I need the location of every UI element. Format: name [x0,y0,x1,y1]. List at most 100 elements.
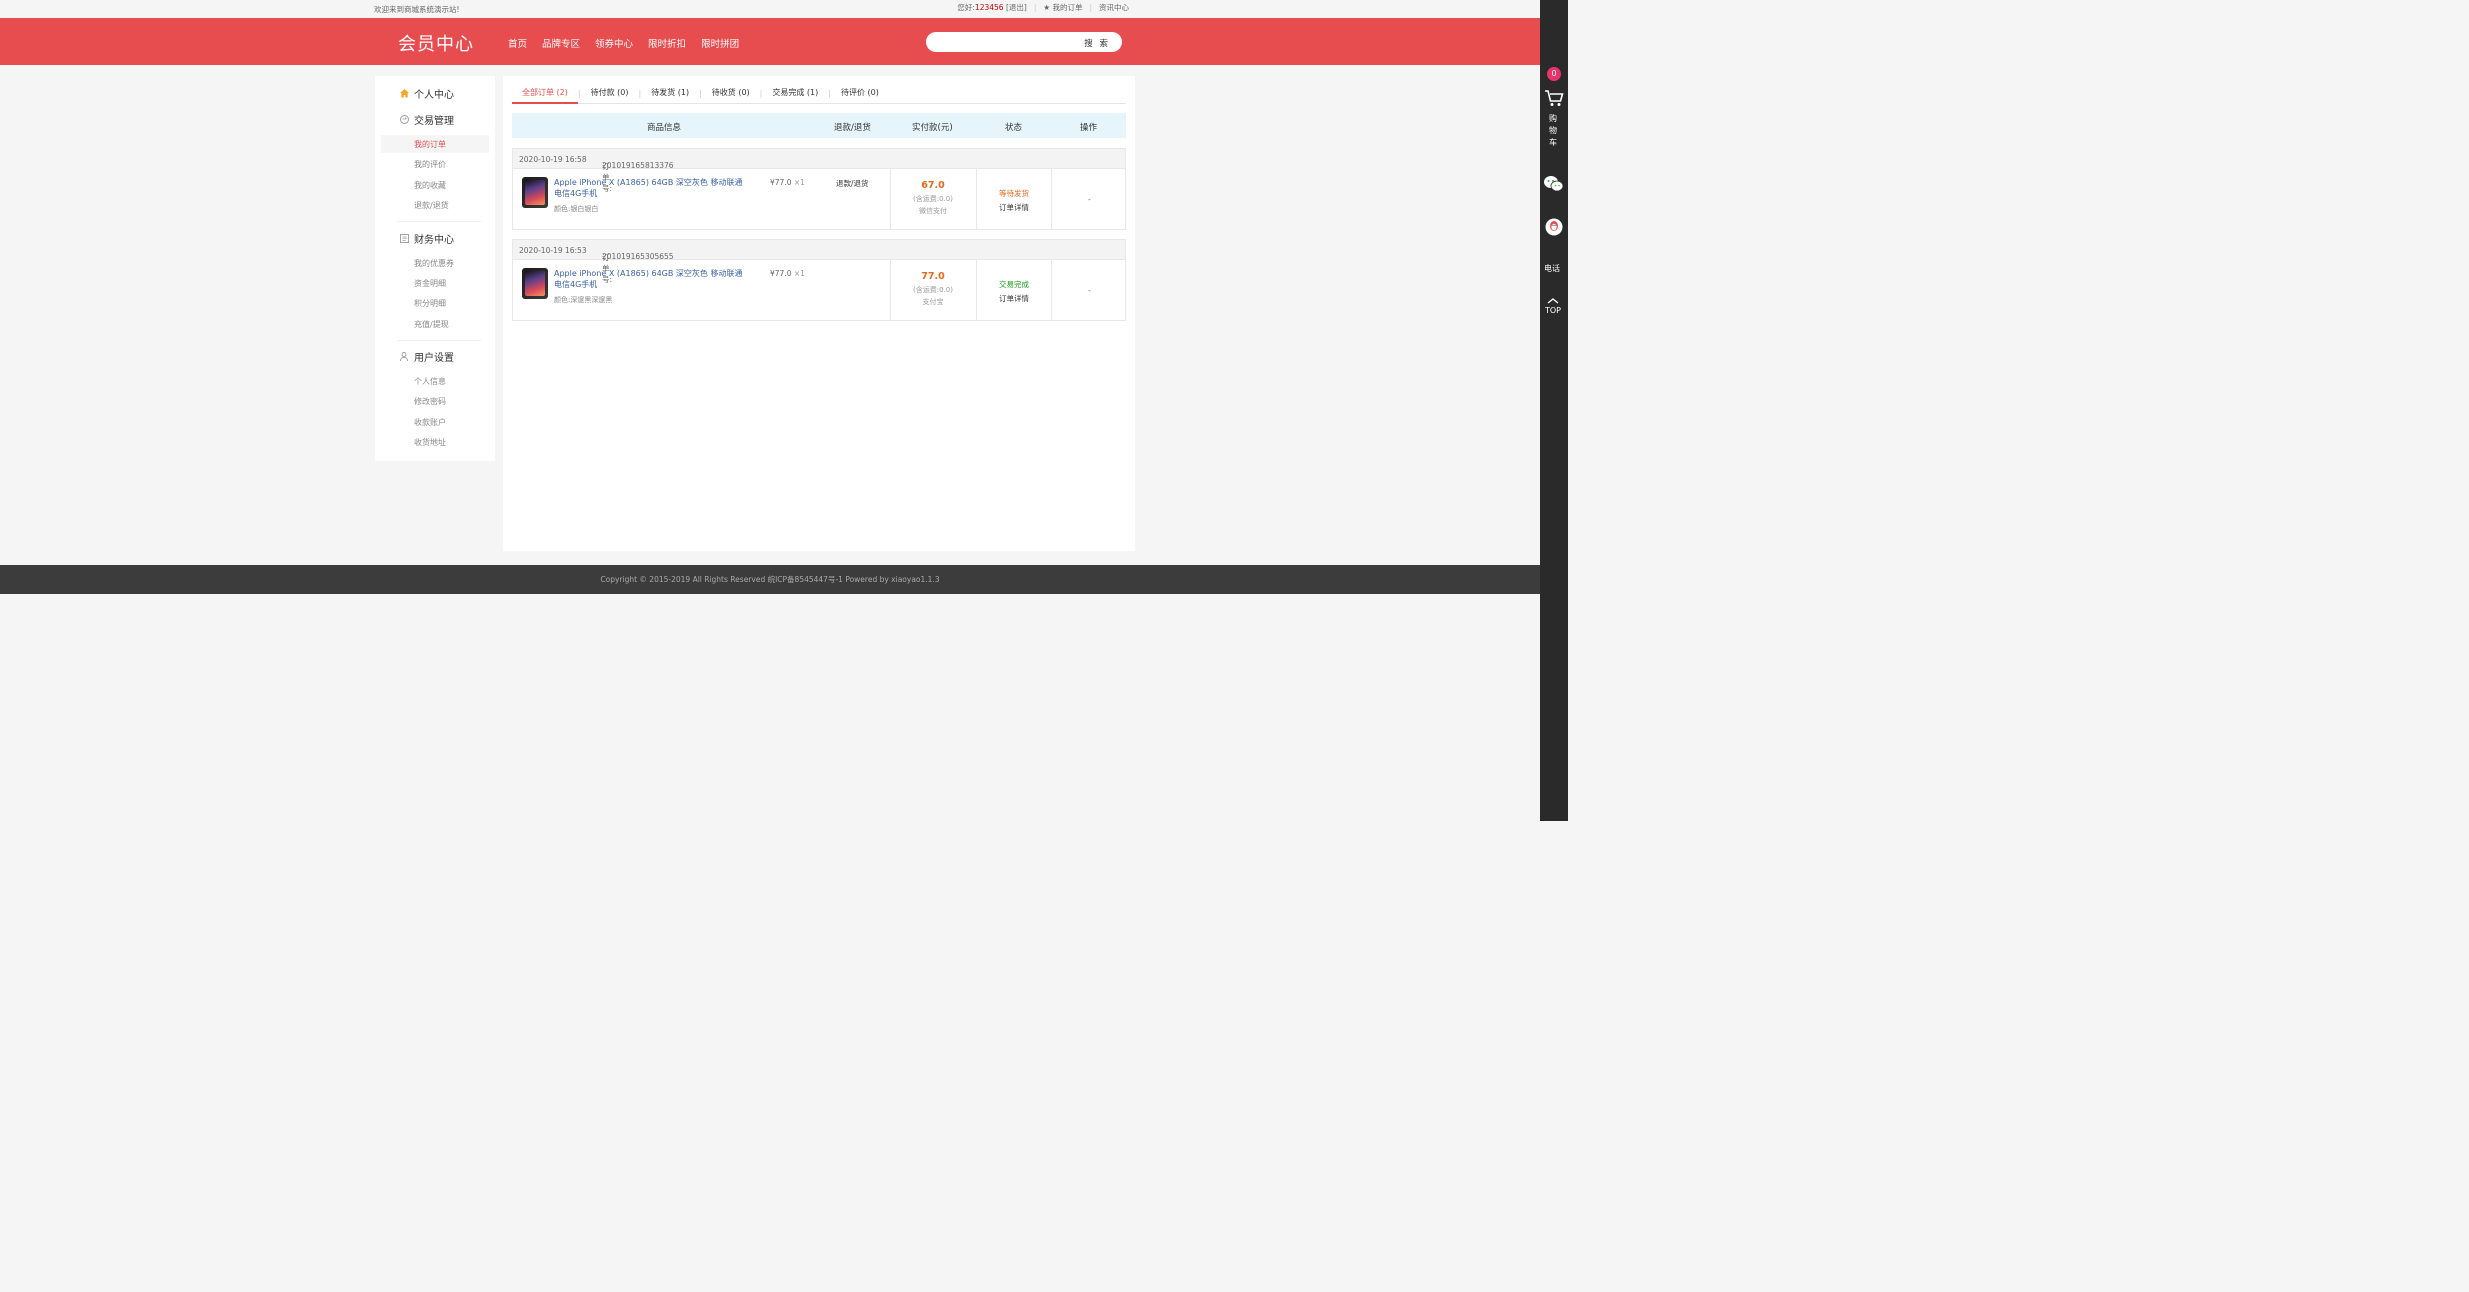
order-status: 交易完成 订单详情 [977,279,1051,304]
sidebar-item-recharge[interactable]: 充值/提现 [414,319,449,330]
sidebar: 个人中心 交易管理 我的订单 我的评价 我的收藏 退款/退货 财务中心 我的优惠… [375,76,495,461]
sidebar-item-profile[interactable]: 个人信息 [414,376,446,387]
product-title-link[interactable]: Apple iPhone X (A1865) 64GB 深空灰色 移动联通电信4… [554,268,749,290]
order-row-header: 2020-10-19 16:58 订单号: 201019165813376 [513,149,1125,193]
refund-link[interactable]: 退款/退货 [836,178,869,189]
nav-group-buy[interactable]: 限时拼团 [701,36,739,50]
col-action: 操作 [1080,123,1098,133]
payment-info: 77.0 (含运费:0.0) 支付宝 [890,271,976,307]
sidebar-item-favorites[interactable]: 我的收藏 [414,180,446,191]
tab-pending-receipt[interactable]: 待收货 (0) [702,83,760,104]
sidebar-item-password[interactable]: 修改密码 [414,396,446,407]
orders-table-header: 商品信息 退款/退货 实付款(元) 状态 操作 [512,113,1126,138]
user-icon [399,351,410,362]
sidebar-item-address[interactable]: 收货地址 [414,437,446,448]
nav-brands[interactable]: 品牌专区 [542,36,580,50]
shipping-fee: (含运费:0.0) [913,195,953,203]
sidebar-group-finance: 财务中心 [399,231,454,246]
welcome-text: 欢迎来到商城系统演示站! [374,5,460,14]
star-icon: ★ [1043,3,1051,12]
divider: | [1089,3,1092,12]
ledger-icon [399,233,410,244]
order-detail-link[interactable]: 订单详情 [977,202,1051,213]
product-thumbnail[interactable] [522,177,548,208]
order-date: 2020-10-19 16:58 [519,155,587,164]
my-orders-link[interactable]: ★ 我的订单 [1043,2,1082,13]
username-link[interactable]: 123456 [975,3,1004,12]
tab-completed[interactable]: 交易完成 (1) [762,83,828,104]
paid-amount: 67.0 [921,180,945,191]
sidebar-item-payout-account[interactable]: 收款账户 [414,417,446,428]
unit-price: ¥77.0 ×1 [770,178,805,187]
order-row: 2020-10-19 16:53 订单号: 201019165305655 App… [512,239,1126,321]
sidebar-item-funds[interactable]: 资金明细 [414,278,446,289]
payment-method: 支付宝 [922,298,944,306]
tab-pending-review[interactable]: 待评价 (0) [831,83,889,104]
tab-all-orders[interactable]: 全部订单 (2) [512,83,578,104]
sidebar-group-settings: 用户设置 [399,349,454,364]
product-spec: 颜色:银白银白 [554,205,599,213]
cart-label[interactable]: 购物车 [1549,113,1559,149]
sidebar-item-coupons[interactable]: 我的优惠券 [414,258,454,269]
order-action: - [1088,195,1091,204]
divider [397,221,481,222]
status-text: 等待发货 [999,189,1029,198]
product-spec: 颜色:深邃黑深邃黑 [554,296,613,304]
footer-copyright: Copyright © 2015-2019 All Rights Reserve… [0,565,1540,594]
right-toolbar: 0 购物车 电话 TOP [1540,0,1568,821]
cart-icon[interactable] [1544,88,1564,110]
status-text: 交易完成 [999,280,1029,289]
payment-method: 微信支付 [919,207,947,215]
tab-pending-shipment[interactable]: 待发货 (1) [641,83,699,104]
product-title-link[interactable]: Apple iPhone X (A1865) 64GB 深空灰色 移动联通电信4… [554,177,749,199]
sidebar-group-trade: 交易管理 [399,112,454,127]
top-bar: 欢迎来到商城系统演示站! 您好:123456 [退出] | ★ 我的订单 | 资… [0,0,1540,18]
order-row-header: 2020-10-19 16:53 订单号: 201019165305655 [513,240,1125,284]
col-refund: 退款/退货 [834,123,871,133]
divider [397,340,481,341]
order-detail-link[interactable]: 订单详情 [977,293,1051,304]
shipping-fee: (含运费:0.0) [913,286,953,294]
order-status: 等待发货 订单详情 [977,188,1051,213]
nav-flash-discount[interactable]: 限时折扣 [648,36,686,50]
main-content: 全部订单 (2) | 待付款 (0) | 待发货 (1) | 待收货 (0) |… [503,76,1135,551]
top-label: TOP [1545,306,1562,315]
nav-coupons[interactable]: 领券中心 [595,36,633,50]
refresh-icon [399,114,410,125]
nav-home[interactable]: 首页 [508,36,527,50]
sidebar-item-my-reviews[interactable]: 我的评价 [414,159,446,170]
search-input[interactable] [934,34,1079,50]
news-link[interactable]: 资讯中心 [1099,2,1129,13]
header: 会员中心 首页 品牌专区 领券中心 限时折扣 限时拼团 搜 索 [0,18,1540,65]
wechat-icon[interactable] [1543,174,1565,196]
order-date: 2020-10-19 16:53 [519,246,587,255]
sidebar-group-personal[interactable]: 个人中心 [399,86,454,101]
search-box: 搜 索 [926,32,1122,52]
home-icon [399,88,410,99]
member-center-logo[interactable]: 会员中心 [398,30,474,56]
sidebar-item-refunds[interactable]: 退款/退货 [414,200,449,211]
cart-count-badge: 0 [1547,67,1561,81]
main-nav: 首页 品牌专区 领券中心 限时折扣 限时拼团 [508,36,739,50]
sidebar-item-points[interactable]: 积分明细 [414,298,446,309]
back-to-top-button[interactable]: TOP [1545,297,1561,315]
qq-icon[interactable] [1545,218,1563,238]
sidebar-item-my-orders[interactable]: 我的订单 [414,139,446,150]
tab-pending-payment[interactable]: 待付款 (0) [581,83,639,104]
col-goods-info: 商品信息 [647,123,682,133]
unit-price: ¥77.0 ×1 [770,269,805,278]
order-tabs: 全部订单 (2) | 待付款 (0) | 待发货 (1) | 待收货 (0) |… [512,83,1126,104]
paid-amount: 77.0 [921,271,945,282]
order-action: - [1088,286,1091,295]
order-row: 2020-10-19 16:58 订单号: 201019165813376 App… [512,148,1126,230]
product-thumbnail[interactable] [522,268,548,299]
col-status: 状态 [1005,123,1023,133]
phone-link[interactable]: 电话 [1544,263,1560,274]
greeting: 您好:123456 [退出] [957,3,1027,12]
divider: | [1033,3,1037,12]
logout-link[interactable]: [退出] [1006,3,1027,12]
search-button[interactable]: 搜 索 [1084,37,1110,49]
arrow-up-icon [1547,298,1559,304]
col-paid: 实付款(元) [912,123,953,133]
payment-info: 67.0 (含运费:0.0) 微信支付 [890,180,976,216]
